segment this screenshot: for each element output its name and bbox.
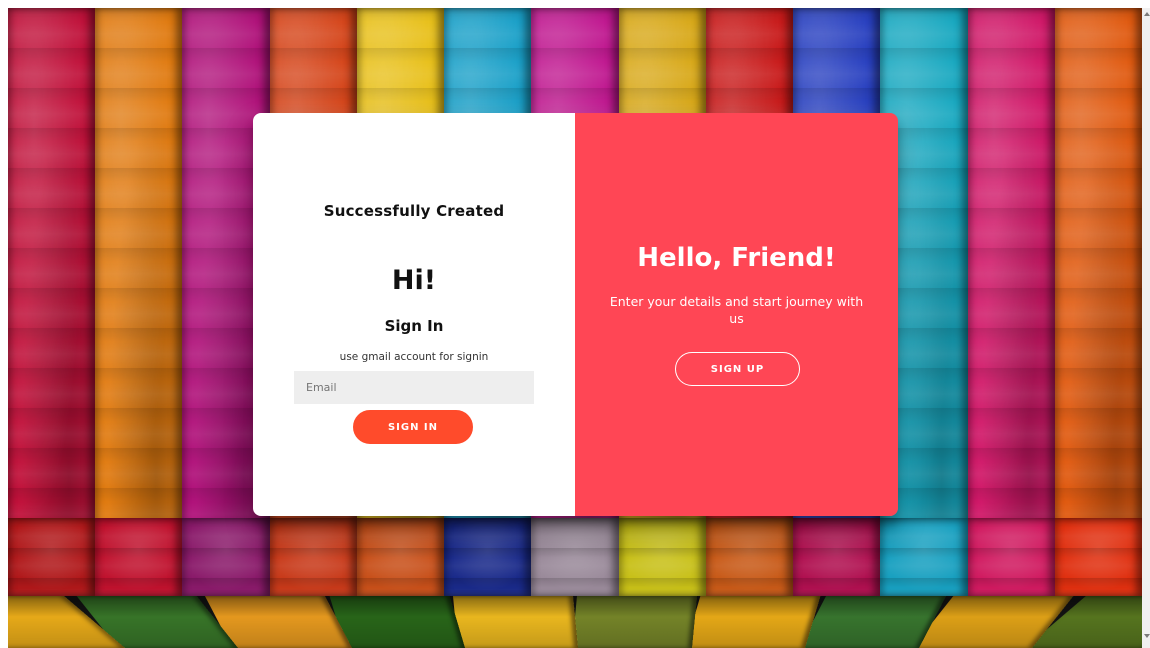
sign-in-button[interactable]: SIGN IN xyxy=(353,410,473,444)
greeting-heading: Hi! xyxy=(391,265,437,296)
wall-plank-lower xyxy=(531,518,619,596)
wall-plank-lower xyxy=(182,518,270,596)
wall-plank-lower xyxy=(8,518,96,596)
floor-shadow xyxy=(8,596,1142,648)
wall-plank-lower xyxy=(880,518,968,596)
wall-lower-band xyxy=(8,518,1142,596)
hello-heading: Hello, Friend! xyxy=(637,243,836,273)
wall-plank xyxy=(95,8,183,596)
wall-plank-lower xyxy=(705,518,794,596)
wall-plank-lower xyxy=(95,518,183,596)
wall-plank xyxy=(8,8,96,596)
sign-in-panel: Successfully Created Hi! Sign In use gma… xyxy=(253,113,575,516)
wall-plank xyxy=(967,8,1055,596)
sign-in-title: Sign In xyxy=(384,317,444,335)
vertical-scrollbar[interactable] xyxy=(1142,8,1150,648)
wooden-floor-background xyxy=(8,596,1142,648)
auth-card: Successfully Created Hi! Sign In use gma… xyxy=(253,113,898,516)
wall-plank-lower xyxy=(618,518,706,596)
wall-plank xyxy=(1054,8,1142,596)
wall-plank-lower xyxy=(967,518,1055,596)
sign-up-prompt: Enter your details and start journey wit… xyxy=(609,294,864,326)
wall-plank-lower xyxy=(1054,518,1142,596)
scroll-up-arrow-icon[interactable] xyxy=(1144,12,1150,16)
wall-plank-lower xyxy=(269,518,357,596)
email-field[interactable] xyxy=(294,371,534,404)
sign-up-overlay-panel: Hello, Friend! Enter your details and st… xyxy=(575,113,898,516)
wall-plank-lower xyxy=(444,518,532,596)
scroll-down-arrow-icon[interactable] xyxy=(1144,634,1150,638)
sign-in-hint: use gmail account for signin xyxy=(339,351,489,363)
wall-plank-lower xyxy=(356,518,445,596)
sign-up-button[interactable]: SIGN UP xyxy=(675,352,800,386)
wall-plank-lower xyxy=(793,518,881,596)
status-message: Successfully Created xyxy=(323,202,505,220)
